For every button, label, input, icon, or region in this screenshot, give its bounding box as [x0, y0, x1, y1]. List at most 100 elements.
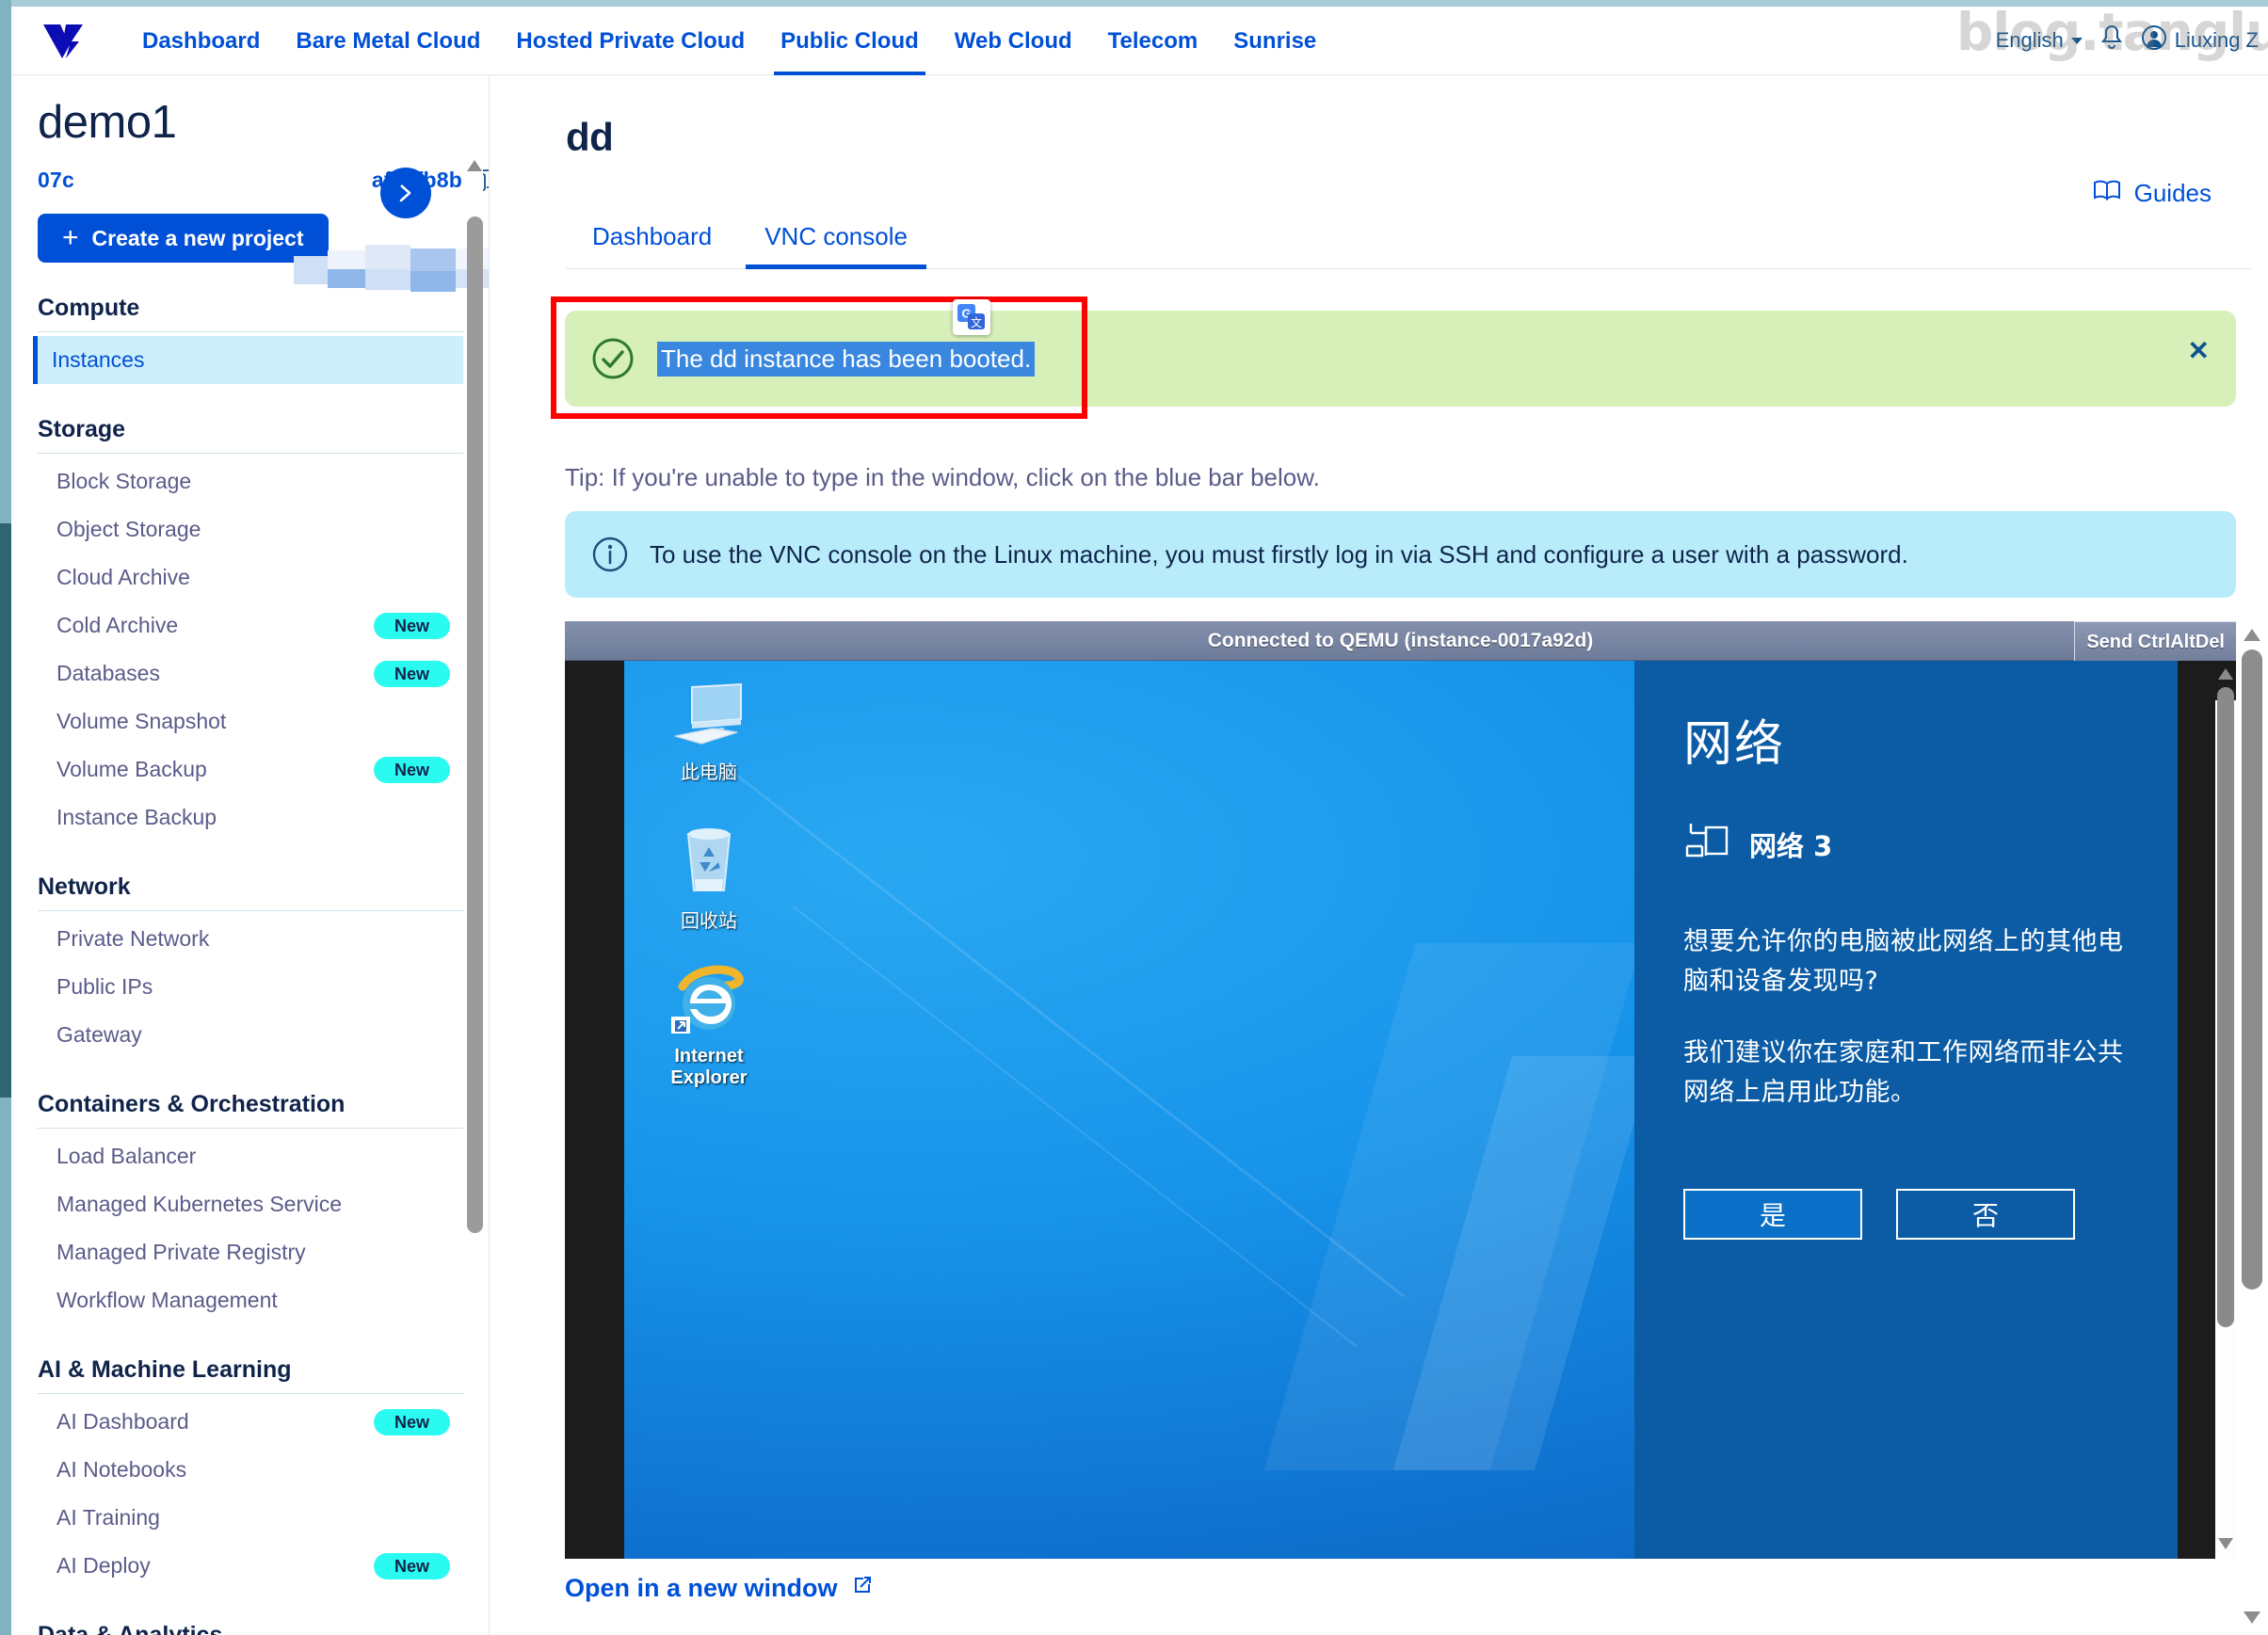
sidebar-item-label: AI Deploy [56, 1553, 151, 1578]
nav-link-sunrise[interactable]: Sunrise [1215, 7, 1334, 75]
divider [38, 453, 463, 454]
sidebar-item-ai-training[interactable]: AI Training [38, 1494, 463, 1542]
vnc-console-viewer: Connected to QEMU (instance-0017a92d) Se… [565, 621, 2236, 1559]
open-in-new-window-label: Open in a new window [565, 1574, 838, 1602]
user-account-menu[interactable]: Liuxing Z [2141, 24, 2259, 56]
nav-link-hosted-private-cloud[interactable]: Hosted Private Cloud [498, 7, 763, 75]
sidebar-item-block-storage[interactable]: Block Storage [38, 457, 463, 505]
page-scrollbar-thumb[interactable] [2242, 649, 2262, 1290]
desktop-icon-this-pc[interactable]: 此电脑 [647, 681, 771, 783]
network-adapter-icon [1683, 820, 1729, 868]
scroll-up-arrow-icon[interactable] [467, 160, 482, 171]
guides-link[interactable]: Guides [2093, 179, 2212, 208]
user-name-label: Liuxing Z [2174, 28, 2259, 52]
primary-nav-links: Dashboard Bare Metal Cloud Hosted Privat… [124, 7, 1334, 75]
vnc-scroll-down-arrow-icon[interactable] [2218, 1538, 2233, 1549]
sidebar-group-network: Network Private Network Public IPs Gatew… [11, 874, 489, 1059]
open-in-new-window-link[interactable]: Open in a new window [565, 1574, 874, 1603]
sidebar-group-title: Network [38, 874, 131, 900]
sidebar-group-title: Compute [38, 295, 140, 321]
book-icon [2093, 179, 2121, 208]
sidebar-item-label: Block Storage [56, 469, 192, 493]
page-scroll-up-arrow-icon[interactable] [2244, 629, 2260, 641]
vnc-connection-status: Connected to QEMU (instance-0017a92d) [1207, 630, 1594, 651]
remote-desktop[interactable]: 此电脑 回收站 Internet Explorer 网络 网络 3 想要允许你的… [624, 661, 2178, 1559]
send-ctrl-alt-del-button[interactable]: Send CtrlAltDel [2074, 621, 2236, 661]
sidebar-item-ai-notebooks[interactable]: AI Notebooks [38, 1446, 463, 1494]
sidebar-item-object-storage[interactable]: Object Storage [38, 505, 463, 553]
create-new-project-button[interactable]: + Create a new project [38, 214, 329, 263]
sidebar-group-title: Storage [38, 416, 126, 442]
sidebar-item-label: Gateway [56, 1022, 142, 1047]
info-alert-message: To use the VNC console on the Linux mach… [650, 539, 1908, 569]
desktop-icon-internet-explorer[interactable]: Internet Explorer [647, 962, 771, 1089]
network-no-button[interactable]: 否 [1896, 1189, 2075, 1241]
network-yes-button[interactable]: 是 [1683, 1189, 1862, 1241]
sidebar-item-label: Instances [52, 347, 145, 372]
new-badge: New [373, 756, 450, 783]
sidebar-item-label: Databases [56, 661, 160, 685]
sidebar-item-instances[interactable]: Instances [33, 336, 463, 384]
sidebar-item-label: AI Notebooks [56, 1457, 187, 1482]
sidebar-item-label: Cloud Archive [56, 565, 190, 589]
google-translate-icon[interactable]: G 文 [953, 299, 990, 335]
sidebar-group-ai: AI & Machine Learning AI Dashboard New A… [11, 1356, 489, 1590]
sidebar-item-label: Workflow Management [56, 1288, 278, 1312]
desktop-icon-recycle-bin[interactable]: 回收站 [647, 821, 771, 932]
vnc-status-bar[interactable]: Connected to QEMU (instance-0017a92d) Se… [565, 621, 2236, 661]
sidebar-item-cold-archive[interactable]: Cold Archive New [38, 601, 463, 649]
sidebar-item-label: Public IPs [56, 974, 153, 999]
network-entry[interactable]: 网络 3 [1683, 820, 2129, 868]
sidebar-item-workflow-management[interactable]: Workflow Management [38, 1276, 463, 1324]
success-alert-message: The dd instance has been booted. [657, 341, 1036, 377]
guides-label: Guides [2133, 179, 2212, 207]
sidebar-item-instance-backup[interactable]: Instance Backup [38, 793, 463, 842]
sidebar-item-label: Instance Backup [56, 805, 217, 829]
new-badge: New [373, 1408, 450, 1435]
sidebar-item-cloud-archive[interactable]: Cloud Archive [38, 553, 463, 601]
plus-icon: + [62, 222, 79, 253]
divider [38, 1393, 463, 1394]
sidebar-item-databases[interactable]: Databases New [38, 649, 463, 697]
sidebar-item-managed-private-registry[interactable]: Managed Private Registry [38, 1228, 463, 1276]
sidebar-scrollbar-thumb[interactable] [467, 216, 483, 1233]
nav-link-telecom[interactable]: Telecom [1090, 7, 1216, 75]
ovh-logo-icon[interactable] [41, 21, 96, 60]
network-panel-actions: 是 否 [1683, 1189, 2129, 1241]
sidebar-item-public-ips[interactable]: Public IPs [38, 963, 463, 1011]
desktop-icon-label: Internet Explorer [670, 1046, 748, 1088]
page-scroll-down-arrow-icon[interactable] [2244, 1611, 2260, 1624]
nav-link-web-cloud[interactable]: Web Cloud [937, 7, 1090, 75]
success-alert-banner: The dd instance has been booted. ✕ [565, 311, 2236, 407]
project-name-heading: demo1 [38, 97, 177, 148]
new-badge: New [373, 1552, 450, 1579]
tab-dashboard[interactable]: Dashboard [566, 222, 738, 268]
internet-explorer-icon [671, 965, 744, 1034]
page-title: dd [566, 115, 614, 159]
this-pc-icon [674, 682, 742, 745]
sidebar-item-label: Managed Private Registry [56, 1240, 306, 1264]
close-icon[interactable]: ✕ [2188, 335, 2210, 366]
sidebar-item-ai-dashboard[interactable]: AI Dashboard New [38, 1398, 463, 1446]
sidebar-item-load-balancer[interactable]: Load Balancer [38, 1132, 463, 1180]
language-selector[interactable]: English [1996, 28, 2083, 53]
sidebar-item-volume-snapshot[interactable]: Volume Snapshot [38, 697, 463, 745]
nav-link-public-cloud[interactable]: Public Cloud [763, 7, 937, 75]
vnc-scroll-up-arrow-icon[interactable] [2218, 668, 2233, 680]
sidebar-group-containers: Containers & Orchestration Load Balancer… [11, 1091, 489, 1324]
content-tabs: Dashboard VNC console [566, 201, 2251, 269]
sidebar-item-private-network[interactable]: Private Network [38, 915, 463, 963]
vnc-screen[interactable]: 此电脑 回收站 Internet Explorer 网络 网络 3 想要允许你的… [565, 661, 2236, 1559]
nav-link-bare-metal-cloud[interactable]: Bare Metal Cloud [278, 7, 498, 75]
sidebar-item-managed-kubernetes-service[interactable]: Managed Kubernetes Service [38, 1180, 463, 1228]
nav-link-dashboard[interactable]: Dashboard [124, 7, 278, 75]
user-avatar-icon [2141, 24, 2167, 56]
sidebar-group-storage: Storage Block Storage Object Storage Clo… [11, 416, 489, 842]
tab-vnc-console[interactable]: VNC console [738, 222, 934, 269]
notifications-button[interactable] [2099, 24, 2124, 56]
vnc-scrollbar-thumb[interactable] [2217, 687, 2234, 1327]
sidebar-item-ai-deploy[interactable]: AI Deploy New [38, 1542, 463, 1590]
recycle-bin-icon [686, 828, 732, 891]
sidebar-item-gateway[interactable]: Gateway [38, 1011, 463, 1059]
sidebar-item-volume-backup[interactable]: Volume Backup New [38, 745, 463, 793]
